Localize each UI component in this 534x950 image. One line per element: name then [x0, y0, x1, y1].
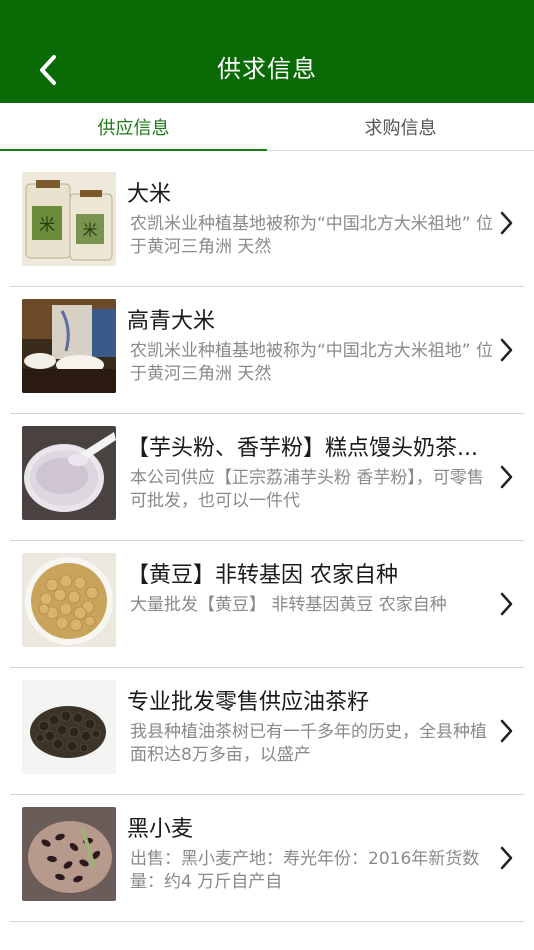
item-title: 【黄豆】非转基因 农家自种: [127, 563, 398, 588]
app-bar: 供求信息: [0, 0, 534, 103]
item-title: 专业批发零售供应油茶籽: [127, 690, 370, 715]
svg-text:米: 米: [39, 215, 55, 234]
list-item[interactable]: 【芋头粉、香芋粉】糕点馒头奶茶... 本公司供应【正宗荔浦芋头粉 香芋粉】，可零…: [10, 414, 524, 541]
chevron-right-icon: [496, 844, 516, 872]
product-thumbnail: [22, 553, 116, 647]
list-item[interactable]: 【黄豆】非转基因 农家自种 大量批发【黄豆】 非转基因黄豆 农家自种: [10, 541, 524, 668]
chevron-right-icon: [496, 717, 516, 745]
item-title: 黑小麦: [127, 817, 194, 842]
item-title: 【芋头粉、香芋粉】糕点馒头奶茶...: [127, 436, 478, 461]
item-description: 出售：黑小麦产地：寿光年份：2016年新货数量：约4 万斤自产自: [130, 849, 480, 892]
chevron-right-icon: [496, 590, 516, 618]
item-description: 我县种植油茶树已有一千多年的历史，全县种植面积达8万多亩，以盛产: [130, 722, 487, 765]
item-description: 大量批发【黄豆】 非转基因黄豆 农家自种: [130, 595, 447, 615]
item-title: 高青大米: [127, 309, 216, 334]
item-description: 农凯米业种植基地被称为“中国北方大米祖地” 位于黄河三角洲 天然: [130, 341, 494, 384]
list-item[interactable]: 米 米 大米 农凯米业种植基地被称为“中国北方大米祖地” 位于黄河三角洲 天然: [10, 160, 524, 287]
item-description: 农凯米业种植基地被称为“中国北方大米祖地” 位于黄河三角洲 天然: [130, 214, 494, 257]
item-title: 大米: [127, 182, 172, 207]
svg-text:米: 米: [82, 221, 97, 239]
tab-purchase[interactable]: 求购信息: [267, 103, 534, 151]
product-thumbnail: 米 米: [22, 172, 116, 266]
product-thumbnail: [22, 680, 116, 774]
list-item[interactable]: 高青大米 农凯米业种植基地被称为“中国北方大米祖地” 位于黄河三角洲 天然: [10, 287, 524, 414]
product-thumbnail: [22, 426, 116, 520]
chevron-right-icon: [496, 209, 516, 237]
tab-supply[interactable]: 供应信息: [0, 103, 267, 151]
product-thumbnail: [22, 299, 116, 393]
chevron-right-icon: [496, 463, 516, 491]
tab-indicator: [0, 149, 267, 151]
page-title: 供求信息: [217, 55, 317, 83]
item-description: 本公司供应【正宗荔浦芋头粉 香芋粉】，可零售可批发，也可以一件代: [130, 468, 484, 511]
product-thumbnail: [22, 807, 116, 901]
tab-bar: 供应信息 求购信息: [0, 103, 534, 151]
list-item[interactable]: 黑小麦 出售：黑小麦产地：寿光年份：2016年新货数量：约4 万斤自产自: [10, 795, 524, 922]
list-item[interactable]: 专业批发零售供应油茶籽 我县种植油茶树已有一千多年的历史，全县种植面积达8万多亩…: [10, 668, 524, 795]
chevron-right-icon: [496, 336, 516, 364]
